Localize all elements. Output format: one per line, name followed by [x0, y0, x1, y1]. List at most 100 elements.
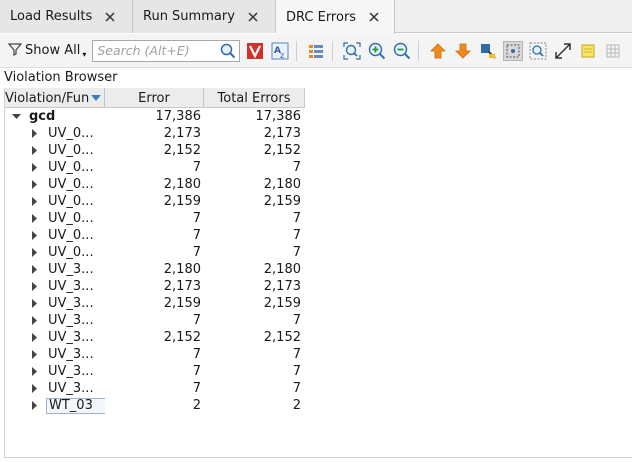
node-label: UV_3...	[48, 313, 94, 328]
expand-arrow-icon[interactable]	[27, 161, 41, 175]
note-icon[interactable]	[578, 41, 598, 61]
collapse-arrow-icon[interactable]	[9, 110, 23, 124]
column-header-error[interactable]: Error	[105, 88, 204, 108]
dropdown-caret-icon: ▾	[82, 50, 87, 59]
table-row[interactable]: gcd 17,386 17,386	[5, 108, 305, 125]
zoom-out-icon[interactable]	[392, 41, 412, 61]
tree-cell: UV_3...	[5, 364, 105, 379]
grid-icon[interactable]	[603, 41, 623, 61]
table-row[interactable]: UV_3... 2,152 2,152	[5, 329, 305, 346]
column-header-violation[interactable]: Violation/Fun	[5, 88, 105, 108]
expand-arrow-icon[interactable]	[27, 178, 41, 192]
violation-v-icon[interactable]	[245, 41, 265, 61]
table-row[interactable]: UV_3... 7 7	[5, 312, 305, 329]
node-label: UV_0...	[48, 143, 94, 158]
table-row[interactable]: UV_0... 7 7	[5, 244, 305, 261]
table-row[interactable]: UV_0... 7 7	[5, 227, 305, 244]
expand-arrow-icon[interactable]	[27, 246, 41, 260]
expand-arrow-icon[interactable]	[27, 297, 41, 311]
tree-cell: UV_0...	[5, 194, 105, 209]
tab-run-summary[interactable]: Run Summary	[133, 0, 276, 33]
tree-cell: UV_0...	[5, 160, 105, 175]
tree-cell: UV_3...	[5, 313, 105, 328]
font-az-icon[interactable]: Az	[270, 41, 290, 61]
node-label: UV_0...	[48, 177, 94, 192]
expand-arrow-icon[interactable]	[27, 127, 41, 141]
expand-arrow-icon[interactable]	[27, 314, 41, 328]
table-row[interactable]: UV_0... 2,173 2,173	[5, 125, 305, 142]
node-label: UV_3...	[48, 279, 94, 294]
expand-arrow-icon[interactable]	[27, 263, 41, 277]
toolbar: Show All ▾ Az	[0, 34, 632, 68]
expand-arrow-icon[interactable]	[27, 365, 41, 379]
zoom-in-icon[interactable]	[367, 41, 387, 61]
table-row[interactable]: UV_0... 2,180 2,180	[5, 176, 305, 193]
tree-cell: UV_3...	[5, 381, 105, 396]
total-errors-cell: 7	[292, 381, 301, 396]
error-cell: 17,386	[155, 109, 202, 124]
node-label: UV_3...	[48, 364, 94, 379]
close-icon[interactable]	[366, 9, 382, 25]
sort-desc-icon[interactable]	[91, 91, 102, 106]
zoom-fit-icon[interactable]	[342, 41, 362, 61]
search-icon[interactable]	[220, 43, 236, 63]
table-row[interactable]: UV_0... 2,152 2,152	[5, 142, 305, 159]
column-header-total-errors[interactable]: Total Errors	[204, 88, 305, 108]
table-row[interactable]: UV_3... 2,159 2,159	[5, 295, 305, 312]
table-row[interactable]: UV_3... 2,173 2,173	[5, 278, 305, 295]
error-cell: 2,180	[163, 177, 201, 192]
tree-cell: UV_3...	[5, 279, 105, 294]
expand-arrow-icon[interactable]	[27, 212, 41, 226]
tab-bar-filler	[395, 0, 632, 32]
node-label: UV_0...	[48, 228, 94, 243]
list-columns-icon[interactable]	[306, 41, 326, 61]
zoom-selection-icon[interactable]	[528, 41, 548, 61]
total-errors-cell: 2,159	[263, 296, 301, 311]
expand-arrow-icon[interactable]	[27, 280, 41, 294]
error-cell: 2,180	[163, 262, 201, 277]
toolbar-separator	[332, 40, 334, 61]
expand-arrow-icon[interactable]	[27, 382, 41, 396]
node-label: UV_3...	[48, 347, 94, 362]
highlight-icon[interactable]	[478, 41, 498, 61]
node-label: UV_0...	[48, 126, 94, 141]
tab-load-results[interactable]: Load Results	[0, 0, 133, 33]
expand-arrow-icon[interactable]	[27, 229, 41, 243]
error-cell: 2	[192, 398, 201, 413]
show-all-filter-button[interactable]: Show All ▾	[6, 39, 88, 63]
fit-view-icon[interactable]	[553, 41, 573, 61]
expand-arrow-icon[interactable]	[27, 331, 41, 345]
error-cell: 2,152	[163, 330, 201, 345]
total-errors-cell: 2,180	[263, 262, 301, 277]
table-row[interactable]: UV_3... 7 7	[5, 346, 305, 363]
error-cell: 7	[192, 245, 201, 260]
total-errors-cell: 2,173	[263, 279, 301, 294]
expand-arrow-icon[interactable]	[27, 399, 41, 413]
arrow-up-icon[interactable]	[428, 41, 448, 61]
expand-arrow-icon[interactable]	[27, 144, 41, 158]
table-row[interactable]: UV_0... 2,159 2,159	[5, 193, 305, 210]
search-input[interactable]	[97, 43, 222, 58]
close-icon[interactable]	[245, 9, 261, 25]
column-header-label: Violation/Fun	[5, 90, 90, 106]
select-area-icon[interactable]	[503, 40, 524, 61]
tab-drc-errors[interactable]: DRC Errors	[276, 0, 395, 34]
table-row[interactable]: UV_3... 2,180 2,180	[5, 261, 305, 278]
error-cell: 7	[192, 160, 201, 175]
search-field[interactable]	[92, 39, 241, 63]
table-row[interactable]: UV_3... 7 7	[5, 380, 305, 397]
expand-arrow-icon[interactable]	[27, 348, 41, 362]
expand-arrow-icon[interactable]	[27, 195, 41, 209]
node-label: UV_0...	[48, 194, 94, 209]
table-header: Violation/Fun Error Total Errors	[5, 88, 305, 108]
table-row[interactable]: UV_0... 7 7	[5, 210, 305, 227]
total-errors-cell: 17,386	[255, 109, 302, 124]
arrow-down-icon[interactable]	[453, 41, 473, 61]
table-row[interactable]: UV_0... 7 7	[5, 159, 305, 176]
table-row[interactable]: UV_3... 7 7	[5, 363, 305, 380]
close-icon[interactable]	[102, 9, 118, 25]
tree-cell: gcd	[5, 109, 105, 124]
table-row[interactable]: WT_03 2 2	[5, 397, 305, 414]
error-cell: 7	[192, 347, 201, 362]
error-cell: 2,173	[163, 279, 201, 294]
